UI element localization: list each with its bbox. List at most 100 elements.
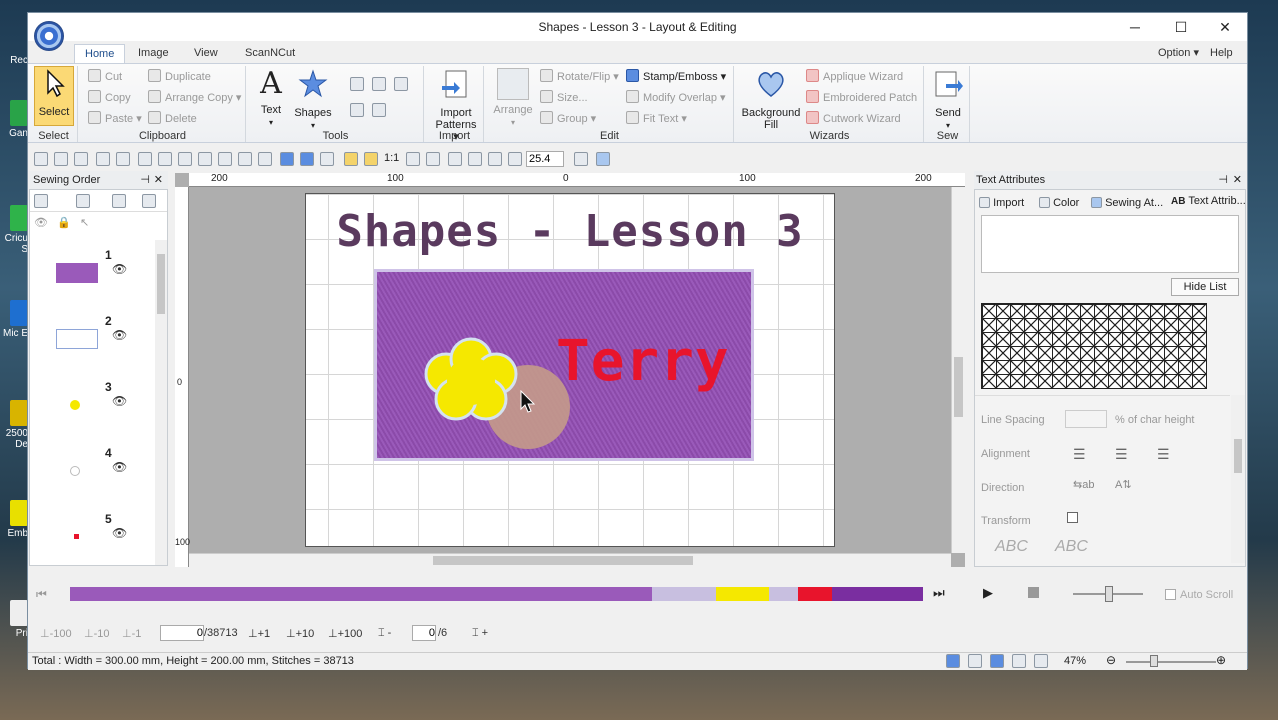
- horizontal-direction-icon[interactable]: ⇆ab: [1073, 478, 1094, 491]
- go-to-start-icon[interactable]: ⏮: [36, 587, 47, 602]
- view-icon[interactable]: [968, 654, 982, 668]
- close-icon[interactable]: ✕: [1233, 171, 1242, 189]
- zoom-out-icon[interactable]: [372, 77, 386, 91]
- desktop-icon-6[interactable]: Emb: [0, 500, 28, 539]
- properties-scrollbar[interactable]: [1231, 395, 1245, 563]
- tab-home[interactable]: Home: [74, 44, 126, 63]
- desktop-icon-1[interactable]: Rec: [0, 55, 28, 66]
- list-item[interactable]: 5 👁: [30, 512, 155, 562]
- desktop-icon-4[interactable]: Mic E: [0, 300, 28, 339]
- go-to-end-icon[interactable]: ⏭: [933, 585, 945, 601]
- redo-icon[interactable]: [116, 152, 130, 166]
- tab-image[interactable]: Image: [128, 44, 179, 63]
- align-left-icon[interactable]: ☰: [1073, 446, 1086, 463]
- group-button[interactable]: Group ▾: [540, 110, 596, 128]
- cut-button[interactable]: Cut: [88, 68, 122, 86]
- terry-text[interactable]: Terry: [556, 329, 730, 394]
- frame-icon[interactable]: [142, 194, 156, 208]
- close-button[interactable]: ✕: [1203, 16, 1247, 38]
- realistic-view-icon[interactable]: [990, 654, 1004, 668]
- tab-import[interactable]: Import: [979, 195, 1024, 209]
- eye-icon[interactable]: 👁: [112, 394, 127, 408]
- transform-preset-icon[interactable]: ABC: [1055, 538, 1088, 556]
- realistic-view-icon[interactable]: [300, 152, 314, 166]
- zoom-icon[interactable]: [508, 152, 522, 166]
- view-icon[interactable]: [138, 152, 152, 166]
- scrollbar-thumb[interactable]: [433, 556, 693, 565]
- desktop-icon-5[interactable]: 2500 De: [0, 400, 28, 450]
- list-item[interactable]: 3 👁: [30, 380, 155, 445]
- desktop-icon-7[interactable]: Pri: [0, 600, 28, 639]
- rotate-flip-button[interactable]: Rotate/Flip ▾: [540, 68, 619, 86]
- cutwork-wizard-button[interactable]: Cutwork Wizard: [806, 110, 901, 128]
- paste-button[interactable]: Paste ▾: [88, 110, 142, 128]
- color-sort-icon[interactable]: [112, 194, 126, 208]
- eye-icon[interactable]: 👁: [112, 262, 127, 276]
- view-icon[interactable]: [158, 152, 172, 166]
- settings-icon[interactable]: [596, 152, 610, 166]
- step-back-100-button[interactable]: ⊥-100: [40, 627, 72, 640]
- stop-icon[interactable]: [1028, 587, 1039, 598]
- view-icon[interactable]: [178, 152, 192, 166]
- list-item[interactable]: 4 👁: [30, 446, 155, 511]
- canvas-vertical-scrollbar[interactable]: [951, 187, 965, 553]
- minimize-button[interactable]: ─: [1113, 16, 1157, 38]
- auto-scroll-checkbox[interactable]: [1165, 589, 1176, 600]
- eye-icon[interactable]: 👁: [112, 526, 127, 540]
- scrollbar-thumb[interactable]: [157, 254, 165, 314]
- pin-icon[interactable]: ⊣: [1218, 171, 1228, 189]
- step-forward-1-button[interactable]: ⊥+1: [248, 627, 270, 640]
- align-center-icon[interactable]: ☰: [1115, 446, 1128, 463]
- app-logo-icon[interactable]: [34, 21, 64, 51]
- zoom-icon[interactable]: [406, 152, 420, 166]
- transform-checkbox[interactable]: [1067, 512, 1078, 523]
- ratio-button[interactable]: 1:1: [384, 152, 399, 164]
- new-file-icon[interactable]: [34, 152, 48, 166]
- open-folder-icon[interactable]: [54, 152, 68, 166]
- arrange-button[interactable]: Arrange ▾: [492, 68, 534, 129]
- background-fill-button[interactable]: Background Fill: [740, 68, 802, 131]
- undo-icon[interactable]: [96, 152, 110, 166]
- align-right-icon[interactable]: ☰: [1157, 446, 1170, 463]
- list-item[interactable]: 2 👁: [30, 314, 155, 379]
- hand-pan-icon[interactable]: [350, 103, 364, 117]
- highlight-icon[interactable]: [344, 152, 358, 166]
- tab-sewing-attributes[interactable]: Sewing At...: [1091, 195, 1163, 209]
- help-menu[interactable]: Help ▾: [1200, 44, 1247, 77]
- delete-button[interactable]: Delete: [148, 110, 197, 128]
- maximize-button[interactable]: ☐: [1159, 16, 1203, 38]
- pin-icon[interactable]: ⊣: [140, 171, 150, 189]
- view-icon[interactable]: [238, 152, 252, 166]
- grid-icon[interactable]: [574, 152, 588, 166]
- speed-slider[interactable]: [1073, 586, 1143, 602]
- step-back-1-button[interactable]: ⊥-1: [122, 627, 141, 640]
- tab-color[interactable]: Color: [1039, 195, 1079, 209]
- zoom-fit-icon[interactable]: [394, 77, 408, 91]
- canvas-horizontal-scrollbar[interactable]: [189, 553, 951, 567]
- view-icon[interactable]: [1012, 654, 1026, 668]
- zoom-slider[interactable]: [1126, 655, 1216, 667]
- hide-list-button[interactable]: Hide List: [1171, 278, 1239, 296]
- font-list-grid[interactable]: [981, 303, 1207, 389]
- highlight-icon[interactable]: [364, 152, 378, 166]
- zoom-in-icon[interactable]: [350, 77, 364, 91]
- zoom-icon[interactable]: [448, 152, 462, 166]
- zoom-icon[interactable]: [488, 152, 502, 166]
- desktop-icon-2[interactable]: Gan: [0, 100, 28, 139]
- next-color-icon[interactable]: ⌶ +: [472, 627, 488, 640]
- view-icon[interactable]: [218, 152, 232, 166]
- sewing-order-scrollbar[interactable]: [155, 240, 167, 565]
- color-position-input[interactable]: [412, 625, 436, 641]
- send-button[interactable]: Send ▾: [927, 68, 969, 132]
- view-icon[interactable]: [198, 152, 212, 166]
- line-spacing-input[interactable]: [1065, 410, 1107, 428]
- modify-overlap-button[interactable]: Modify Overlap ▾: [626, 89, 726, 107]
- step-forward-100-button[interactable]: ⊥+100: [328, 627, 362, 640]
- stitch-view-icon[interactable]: [946, 654, 960, 668]
- view-icon[interactable]: [1034, 654, 1048, 668]
- slider-thumb[interactable]: [1150, 655, 1158, 667]
- measure-icon[interactable]: [372, 103, 386, 117]
- close-icon[interactable]: ✕: [154, 171, 163, 189]
- step-back-10-button[interactable]: ⊥-10: [84, 627, 110, 640]
- list-item[interactable]: 1 👁: [30, 248, 155, 313]
